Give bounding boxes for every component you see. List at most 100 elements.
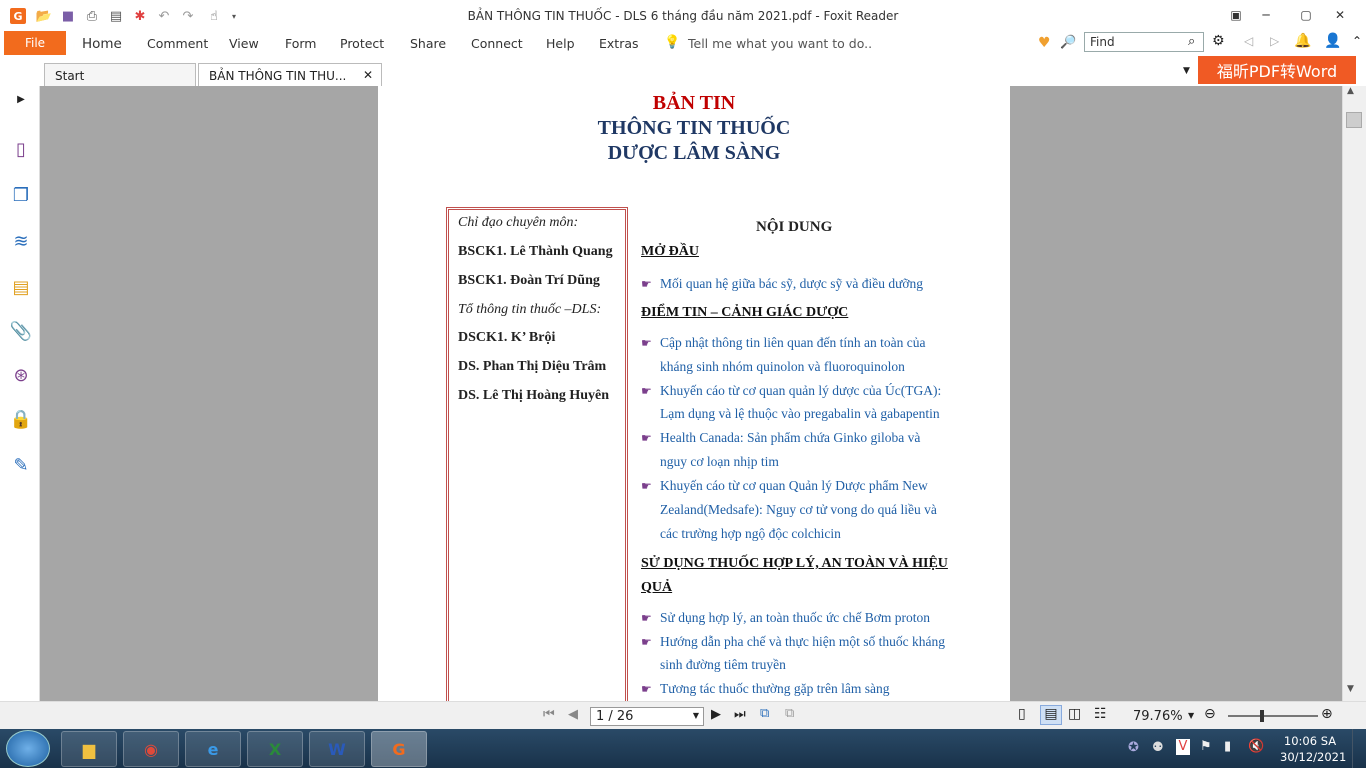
volume-muted-icon[interactable]: 🔇 (1248, 739, 1264, 754)
zoom-out-icon[interactable]: ⊖ (1204, 706, 1216, 722)
search-icon[interactable]: ⌕ (1188, 34, 1195, 49)
antivirus-tray-icon[interactable]: V (1176, 739, 1190, 755)
excel-icon[interactable]: X (247, 731, 303, 767)
clock-time: 10:06 SA (1283, 734, 1337, 748)
prev-page-icon[interactable]: ◀ (568, 707, 578, 722)
tab-document[interactable]: BẢN THÔNG TIN THU... ✕ (198, 63, 382, 86)
last-page-icon[interactable]: ⏭ (734, 707, 746, 722)
lock-icon[interactable]: 🔒 (10, 408, 32, 430)
comments-icon[interactable]: ▤ (10, 276, 32, 298)
tab-document-label: BẢN THÔNG TIN THU... (209, 69, 347, 83)
editorial-person-2: BSCK1. Đoàn Trí Dũng (458, 273, 600, 288)
system-clock[interactable]: 10:06 SA 30/12/2021 (1280, 733, 1347, 765)
section-heading-rational-use-cont: QUẢ (641, 580, 673, 595)
tab-view[interactable]: View (229, 36, 259, 51)
show-desktop-button[interactable] (1352, 729, 1366, 768)
next-result-icon[interactable]: ▷ (1270, 34, 1279, 48)
tab-protect[interactable]: Protect (340, 36, 384, 51)
editorial-person-5: DS. Lê Thị Hoàng Huyên (458, 388, 610, 403)
layers-icon[interactable]: ≋ (10, 230, 32, 252)
pointing-hand-icon: ☛ (641, 611, 652, 625)
previous-view-icon[interactable]: ⧉ (760, 706, 769, 721)
lightbulb-icon: 💡 (664, 35, 681, 50)
start-button[interactable] (6, 730, 50, 767)
gear-icon[interactable]: ⚙ (1212, 33, 1225, 49)
chrome-icon[interactable]: ◉ (123, 731, 179, 767)
signal-tray-icon[interactable]: ▮ (1224, 739, 1231, 754)
editorial-person-1: BSCK1. Lê Thành Quang (458, 244, 613, 259)
next-page-icon[interactable]: ▶ (711, 707, 721, 722)
editorial-label-1: Chỉ đạo chuyên môn: (458, 215, 579, 230)
folder-search-icon[interactable]: 🔎 (1060, 35, 1076, 50)
tab-home[interactable]: Home (82, 36, 122, 52)
internet-explorer-icon[interactable]: e (185, 731, 241, 767)
document-tab-bar: Start BẢN THÔNG TIN THU... ✕ ▼ (0, 58, 1366, 86)
status-bar: ⏮ ◀ 1 / 26 ▼ ▶ ⏭ ⧉ ⧉ ▯ ▤ ◫ ☷ 79.76% ▼ ⊖ … (0, 701, 1366, 729)
editorial-person-4: DS. Phan Thị Diệu Trâm (458, 359, 607, 374)
pointing-hand-icon: ☛ (641, 682, 652, 696)
user-icon[interactable]: 👤 (1324, 33, 1341, 49)
close-tab-icon[interactable]: ✕ (363, 68, 373, 82)
zoom-level[interactable]: 79.76% (1133, 709, 1183, 724)
facing-page-icon[interactable]: ◫ (1068, 706, 1081, 722)
editorial-label-2: Tổ thông tin thuốc –DLS: (458, 302, 602, 317)
tab-dropdown-icon[interactable]: ▼ (1183, 66, 1190, 76)
page-number-input[interactable]: 1 / 26 ▼ (590, 707, 704, 726)
prev-result-icon[interactable]: ◁ (1244, 34, 1253, 48)
scroll-down-icon[interactable]: ▼ (1347, 684, 1354, 694)
page-number-value: 1 / 26 (596, 709, 634, 724)
scroll-up-icon[interactable]: ▲ (1347, 86, 1354, 96)
close-button[interactable]: ✕ (1330, 6, 1350, 24)
section-heading-intro: MỞ ĐẦU (641, 244, 699, 259)
clock-date: 30/12/2021 (1280, 750, 1347, 764)
network-tray-icon[interactable]: ✪ (1128, 740, 1139, 755)
word-icon[interactable]: W (309, 731, 365, 767)
tab-form[interactable]: Form (285, 36, 317, 51)
promo-banner[interactable]: 福昕PDF转Word (1198, 56, 1356, 84)
next-view-icon[interactable]: ⧉ (785, 706, 794, 721)
vertical-scrollbar[interactable]: ▲ ▼ (1342, 86, 1366, 701)
navigation-sidebar: ▶ ▯ ❐ ≋ ▤ 📎 ⊛ 🔒 ✎ (0, 86, 40, 701)
page-dropdown-icon[interactable]: ▼ (693, 711, 699, 720)
tab-comment[interactable]: Comment (147, 36, 208, 51)
single-page-icon[interactable]: ▯ (1018, 706, 1026, 722)
tell-me-input[interactable]: Tell me what you want to do.. (688, 36, 872, 51)
tab-connect[interactable]: Connect (471, 36, 523, 51)
expand-panel-icon[interactable]: ▶ (10, 88, 32, 110)
maximize-button[interactable]: ▢ (1296, 6, 1316, 24)
tab-share[interactable]: Share (410, 36, 446, 51)
tab-help[interactable]: Help (546, 36, 575, 51)
minimize-button[interactable]: ─ (1256, 6, 1276, 24)
explorer-icon[interactable]: ▆ (61, 731, 117, 767)
first-page-icon[interactable]: ⏮ (543, 707, 555, 722)
zoom-slider-thumb[interactable] (1260, 710, 1264, 722)
pointing-hand-icon: ☛ (641, 277, 652, 291)
continuous-page-icon[interactable]: ▤ (1040, 705, 1062, 725)
heart-icon[interactable]: ♥ (1038, 35, 1051, 51)
tab-extras[interactable]: Extras (599, 36, 639, 51)
collapse-ribbon-icon[interactable]: ⌃ (1352, 34, 1362, 48)
zoom-slider[interactable] (1228, 715, 1318, 717)
pages-icon[interactable]: ❐ (10, 184, 32, 206)
certify-icon[interactable]: ✎ (10, 454, 32, 476)
flag-tray-icon[interactable]: ⚑ (1200, 739, 1212, 754)
zoom-dropdown-icon[interactable]: ▼ (1188, 711, 1194, 720)
windows-taskbar: ▆ ◉ e X W G ✪ ⚉ V ⚑ ▮ 🔇 10:06 SA 30/12/2… (0, 729, 1366, 768)
section-heading-pharmacovigilance: ĐIỂM TIN – CẢNH GIÁC DƯỢC (641, 305, 849, 320)
editorial-person-3: DSCK1. K’ Brội (458, 330, 556, 345)
file-menu-button[interactable]: File (4, 31, 66, 55)
window-title: BẢN THÔNG TIN THUỐC - DLS 6 tháng đầu nă… (467, 9, 899, 23)
tab-start[interactable]: Start (44, 63, 196, 86)
continuous-facing-icon[interactable]: ☷ (1094, 706, 1107, 722)
find-input[interactable]: Find (1084, 32, 1204, 52)
device-tray-icon[interactable]: ⚉ (1152, 740, 1164, 755)
bell-icon[interactable]: 🔔 (1294, 33, 1311, 49)
scrollbar-thumb[interactable] (1346, 112, 1362, 128)
newsletter-subtitle-2: DƯỢC LÂM SÀNG (607, 142, 781, 164)
attachments-icon[interactable]: 📎 (10, 320, 32, 342)
signature-icon[interactable]: ⊛ (10, 364, 32, 386)
ribbon-display-icon[interactable]: ▣ (1226, 6, 1246, 24)
page-thumbnails-icon[interactable]: ▯ (10, 138, 32, 160)
foxit-taskbar-icon[interactable]: G (371, 731, 427, 767)
zoom-in-icon[interactable]: ⊕ (1321, 706, 1333, 722)
